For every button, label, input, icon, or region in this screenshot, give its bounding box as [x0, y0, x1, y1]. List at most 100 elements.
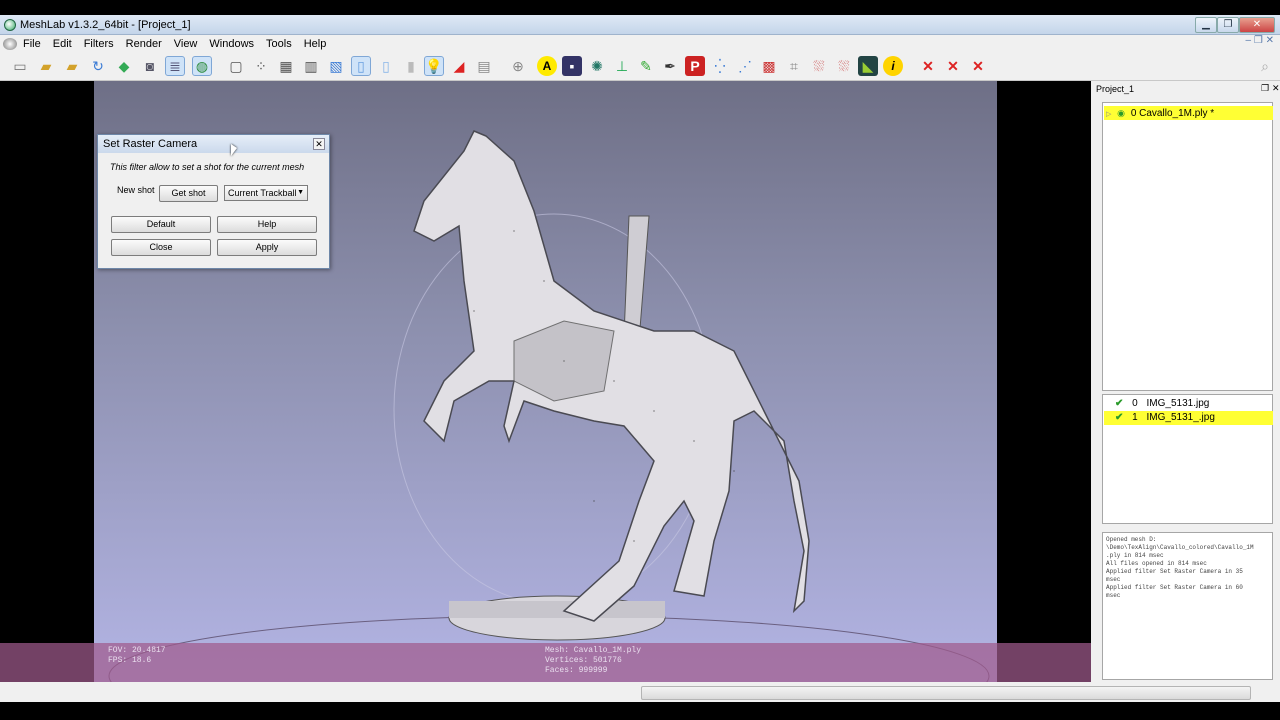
open-project-icon[interactable]: ▰: [36, 56, 56, 76]
flat-lines-icon[interactable]: ▧: [326, 56, 346, 76]
delete-selected-icon[interactable]: ✕: [918, 56, 938, 76]
raster-row[interactable]: ✔ 0 IMG_5131.jpg: [1104, 397, 1273, 411]
raster-name: IMG_5131.jpg: [1146, 398, 1210, 409]
log-line: .ply in 814 msec: [1106, 552, 1164, 559]
info-icon[interactable]: i: [883, 56, 903, 76]
menu-tools[interactable]: Tools: [260, 38, 298, 50]
layer-list: ▷ ◉ 0 Cavallo_1M.ply *: [1102, 102, 1273, 391]
stack-icon[interactable]: ▩: [759, 56, 779, 76]
paint-icon[interactable]: ✒: [660, 56, 680, 76]
panel-title: Project_1: [1096, 84, 1135, 94]
snapshot-icon[interactable]: ◙: [140, 56, 160, 76]
color-mode-icon[interactable]: ⊕: [508, 56, 528, 76]
trackball-select-value: Current Trackball: [228, 188, 297, 198]
menu-windows[interactable]: Windows: [203, 38, 260, 50]
mesh-name-readout: Mesh: Cavallo_1M.ply: [545, 646, 642, 655]
texture-icon[interactable]: ▮: [401, 56, 421, 76]
chevron-down-icon: ▼: [297, 189, 304, 196]
set-raster-camera-dialog: Set Raster Camera ✕ This filter allow to…: [97, 134, 330, 269]
p-tool-icon[interactable]: P: [685, 56, 705, 76]
new-shot-label: New shot: [117, 185, 155, 195]
import-mesh-icon[interactable]: ▰: [62, 56, 82, 76]
get-shot-button[interactable]: Get shot: [159, 185, 218, 202]
raster-row[interactable]: ✔ 1 IMG_5131_.jpg: [1104, 411, 1273, 425]
apply-button[interactable]: Apply: [217, 239, 317, 256]
select-area-icon[interactable]: ⌗: [784, 56, 804, 76]
mouse-cursor-icon: [231, 144, 237, 156]
check-icon[interactable]: ✔: [1115, 412, 1123, 423]
annotation-icon[interactable]: A: [537, 56, 557, 76]
panel-close-icon[interactable]: ✕: [1272, 83, 1280, 94]
close-button[interactable]: Close: [111, 239, 211, 256]
log-line: Applied filter Set Raster Camera in 35: [1106, 568, 1243, 575]
log-line: All files opened in 814 msec: [1106, 560, 1207, 567]
search-icon[interactable]: ⌕: [1255, 56, 1275, 76]
mesh-select-icon[interactable]: ✺: [587, 56, 607, 76]
bbox-icon[interactable]: ▢: [226, 56, 246, 76]
align-icon[interactable]: ⛆: [809, 56, 829, 76]
menu-filters[interactable]: Filters: [78, 38, 120, 50]
pick-points-icon[interactable]: ✎: [636, 56, 656, 76]
raster-list: ✔ 0 IMG_5131.jpg ✔ 1 IMG_5131_.jpg: [1102, 394, 1273, 524]
points-icon[interactable]: ⁘: [251, 56, 271, 76]
visibility-eye-icon[interactable]: ◉: [1117, 108, 1125, 118]
flat-icon[interactable]: ▯: [351, 56, 371, 76]
log-line: msec: [1106, 576, 1121, 583]
title-bar: MeshLab v1.3.2_64bit - [Project_1] ▁ ❐ ✕: [0, 15, 1280, 35]
dialog-title-bar[interactable]: Set Raster Camera: [98, 135, 329, 153]
main-toolbar: ▭ ▰ ▰ ↻ ◆ ◙ ≣ ◍ ▢ ⁘ ▦ ▥ ▧ ▯ ▯ ▮ 💡 ◢ ▤ ⊕ …: [0, 52, 1280, 81]
panel-float-icon[interactable]: ❐: [1261, 83, 1269, 94]
new-project-icon[interactable]: ▭: [10, 56, 30, 76]
light-on-icon[interactable]: 💡: [424, 56, 444, 76]
default-button[interactable]: Default: [111, 216, 211, 233]
layer-row[interactable]: ▷ ◉ 0 Cavallo_1M.ply *: [1104, 106, 1273, 120]
hidden-lines-icon[interactable]: ▥: [301, 56, 321, 76]
check-icon[interactable]: ✔: [1115, 398, 1123, 409]
horizontal-scrollbar[interactable]: [641, 686, 1251, 700]
select-faces-icon[interactable]: ⋰: [735, 56, 755, 76]
menu-file[interactable]: File: [17, 38, 47, 50]
meshlab-app-icon[interactable]: [4, 18, 16, 31]
log-line: msec: [1106, 592, 1121, 599]
fps-readout: FPS: 18.6: [108, 656, 152, 665]
mdi-controls[interactable]: – ❐ ✕: [1246, 35, 1274, 46]
menu-edit[interactable]: Edit: [47, 38, 78, 50]
fancy-lighting-icon[interactable]: ▤: [474, 56, 494, 76]
fov-readout: FOV: 20.4817: [108, 646, 166, 655]
close-window-button[interactable]: ✕: [1239, 17, 1275, 33]
export-mesh-icon[interactable]: ◆: [114, 56, 134, 76]
texture-param-icon[interactable]: ◣: [858, 56, 878, 76]
select-vertices-icon[interactable]: ⁛: [710, 56, 730, 76]
double-side-lighting-icon[interactable]: ◢: [449, 56, 469, 76]
measure-icon[interactable]: ⊥: [612, 56, 632, 76]
menu-bar: File Edit Filters Render View Windows To…: [0, 35, 1280, 52]
log-line: Opened mesh D:: [1106, 536, 1157, 543]
layers-icon[interactable]: ≣: [165, 56, 185, 76]
raster-name: IMG_5131_.jpg: [1146, 412, 1215, 423]
dialog-title: Set Raster Camera: [103, 138, 198, 150]
raster-index: 0: [1132, 398, 1138, 409]
log-output[interactable]: Opened mesh D: \Demo\TexAlign\Cavallo_co…: [1102, 532, 1273, 680]
delete-faces-icon[interactable]: ✕: [943, 56, 963, 76]
smooth-icon[interactable]: ▯: [376, 56, 396, 76]
log-line: \Demo\TexAlign\Cavallo_colored\Cavallo_1…: [1106, 544, 1254, 551]
document-icon[interactable]: [3, 37, 17, 50]
raster-icon[interactable]: ▪: [562, 56, 582, 76]
globe-icon[interactable]: ◍: [192, 56, 212, 76]
maximize-button[interactable]: ❐: [1217, 17, 1239, 33]
dialog-close-icon[interactable]: ✕: [313, 138, 325, 150]
minimize-button[interactable]: ▁: [1195, 17, 1217, 33]
expand-arrow-icon[interactable]: ▷: [1106, 111, 1111, 118]
menu-render[interactable]: Render: [120, 38, 168, 50]
menu-help[interactable]: Help: [298, 38, 333, 50]
window-title: MeshLab v1.3.2_64bit - [Project_1]: [20, 18, 191, 31]
reload-icon[interactable]: ↻: [88, 56, 108, 76]
menu-view[interactable]: View: [168, 38, 204, 50]
help-button[interactable]: Help: [217, 216, 317, 233]
delete-vertices-icon[interactable]: ✕: [968, 56, 988, 76]
trackball-select[interactable]: Current Trackball ▼: [224, 185, 308, 201]
manipulator-icon[interactable]: ⛆: [834, 56, 854, 76]
vertices-readout: Vertices: 501776: [545, 656, 622, 665]
log-line: Applied filter Set Raster Camera in 60: [1106, 584, 1243, 591]
wireframe-icon[interactable]: ▦: [276, 56, 296, 76]
